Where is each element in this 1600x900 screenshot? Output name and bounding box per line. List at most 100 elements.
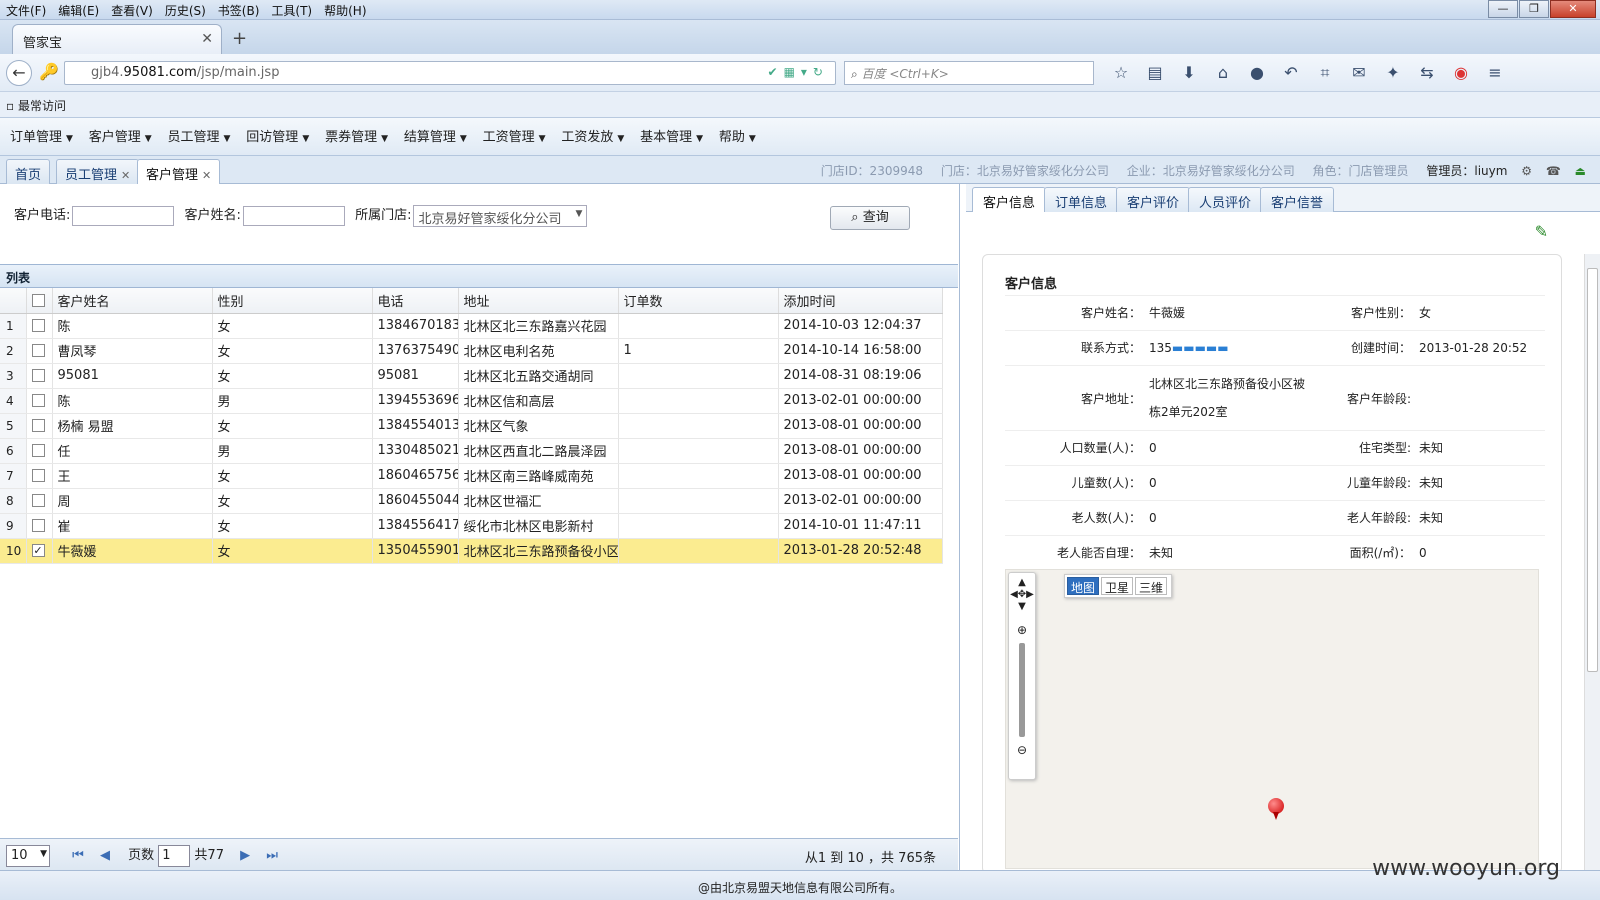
- row-checkbox[interactable]: [26, 338, 53, 364]
- download-icon[interactable]: ⬇: [1172, 63, 1206, 83]
- table-row[interactable]: 7王女18604657564北林区南三路峰威南苑 2013-08-01 00:00…: [0, 463, 943, 489]
- sync-icon[interactable]: ⇆: [1410, 63, 1444, 83]
- tab-order-info[interactable]: 订单信息: [1044, 187, 1119, 212]
- addon-icon[interactable]: ✦: [1376, 63, 1410, 83]
- table-row[interactable]: 8周女18604550440北林区世福汇 2013-02-01 00:00:00: [0, 488, 943, 514]
- phone-input[interactable]: [72, 205, 175, 226]
- close-window-icon[interactable]: ✕: [1550, 0, 1596, 18]
- menu-file[interactable]: 文件(F): [0, 0, 52, 21]
- close-icon[interactable]: ✕: [202, 169, 211, 182]
- checkbox[interactable]: [31, 319, 45, 332]
- crop-icon[interactable]: ⌗: [1308, 63, 1342, 83]
- menu-icon[interactable]: ≡: [1478, 63, 1512, 83]
- query-button[interactable]: ⌕ 查询: [830, 206, 910, 230]
- zoom-out-icon[interactable]: ⊖: [1009, 743, 1035, 757]
- app-menu-settlement[interactable]: 结算管理 ▼: [404, 126, 467, 145]
- last-page-icon[interactable]: ⏭: [266, 848, 278, 863]
- row-checkbox[interactable]: [26, 463, 53, 489]
- gear-icon[interactable]: ⚙: [1521, 164, 1532, 178]
- scrollbar[interactable]: [1584, 254, 1600, 870]
- table-row[interactable]: 3 95081 女 95081 北林区北五路交通胡同 2014-08-31 08:19:0…: [0, 363, 943, 389]
- phone-icon[interactable]: ☎: [1546, 164, 1561, 178]
- app-menu-payroll[interactable]: 工资发放 ▼: [561, 126, 624, 145]
- app-menu-customers[interactable]: 客户管理 ▼: [89, 126, 152, 145]
- col-added-time[interactable]: 添加时间: [778, 288, 943, 314]
- zoom-in-icon[interactable]: ⊕: [1009, 623, 1035, 637]
- map-type-satellite[interactable]: 卫星: [1101, 577, 1134, 595]
- app-menu-tickets[interactable]: 票券管理 ▼: [325, 126, 388, 145]
- star-icon[interactable]: ☆: [1104, 63, 1138, 83]
- table-row[interactable]: 1陈女13846701838北林区北三东路嘉兴花园 2014-10-03 12:0…: [0, 313, 943, 339]
- name-input[interactable]: [242, 205, 345, 226]
- app-menu-orders[interactable]: 订单管理 ▼: [10, 126, 73, 145]
- undo-icon[interactable]: ↶: [1274, 63, 1308, 83]
- row-checkbox[interactable]: [26, 363, 53, 389]
- tab-customer-info[interactable]: 客户信息: [972, 187, 1047, 212]
- app-menu-employees[interactable]: 员工管理 ▼: [168, 126, 231, 145]
- row-checkbox[interactable]: [26, 388, 53, 414]
- next-page-icon[interactable]: ▶: [240, 848, 250, 863]
- checkbox[interactable]: [31, 494, 45, 507]
- browser-tab[interactable]: 管家宝 ✕: [12, 24, 222, 54]
- checkbox[interactable]: [31, 369, 45, 382]
- table-row[interactable]: 2 曹凤琴女13763754908北林区电利名苑12014-10-14 16:58…: [0, 338, 943, 364]
- map-zoom-control[interactable]: ▲ ◀✥▶ ▼ ⊕ ⊖: [1008, 572, 1036, 780]
- menu-tools[interactable]: 工具(T): [265, 0, 318, 21]
- app-menu-help[interactable]: 帮助 ▼: [719, 126, 756, 145]
- row-checkbox[interactable]: [26, 438, 53, 464]
- exit-icon[interactable]: ⏏: [1575, 164, 1586, 178]
- key-icon[interactable]: 🔑: [36, 60, 62, 86]
- col-phone[interactable]: 电话: [372, 288, 459, 314]
- menu-help[interactable]: 帮助(H): [318, 0, 372, 21]
- pan-arrows-icon[interactable]: ▲ ◀✥▶ ▼: [1009, 577, 1035, 613]
- row-checkbox[interactable]: [26, 513, 53, 539]
- tab-customers[interactable]: 客户管理 ✕: [137, 159, 221, 184]
- tab-customer-review[interactable]: 客户评价: [1116, 187, 1191, 212]
- weibo-icon[interactable]: ◉: [1444, 63, 1478, 83]
- comment-icon[interactable]: ✉: [1342, 63, 1376, 83]
- store-select[interactable]: 北京易好管家绥化分公司 ▼: [413, 204, 588, 227]
- restore-icon[interactable]: ❐: [1519, 0, 1549, 18]
- page-size-select[interactable]: 10 ▼: [6, 844, 50, 867]
- tab-customer-credit[interactable]: 客户信誉: [1260, 187, 1335, 212]
- close-tab-icon[interactable]: ✕: [201, 31, 213, 47]
- map-type-map[interactable]: 地图: [1067, 577, 1100, 595]
- row-checkbox[interactable]: ✓: [26, 538, 53, 564]
- col-address[interactable]: 地址: [458, 288, 619, 314]
- tab-staff-review[interactable]: 人员评价: [1188, 187, 1263, 212]
- col-gender[interactable]: 性别: [212, 288, 373, 314]
- close-icon[interactable]: ✕: [121, 169, 130, 182]
- checkbox[interactable]: [31, 394, 45, 407]
- location-map[interactable]: ▲ ◀✥▶ ▼ ⊕ ⊖ 地图 卫星 三维: [1005, 569, 1539, 869]
- table-row[interactable]: 6任男13304850217北林区西直北二路晨泽园 2013-08-01 00:0…: [0, 438, 943, 464]
- url-bar[interactable]: gjb4.95081.com/jsp/main.jsp ✔▦▾↻: [64, 61, 836, 85]
- checkbox[interactable]: [31, 419, 45, 432]
- scrollbar-thumb[interactable]: [1587, 268, 1598, 672]
- prev-page-icon[interactable]: ◀: [100, 848, 110, 863]
- menu-view[interactable]: 查看(V): [105, 0, 159, 21]
- edit-icon[interactable]: ✎: [1535, 222, 1548, 241]
- select-all-checkbox[interactable]: [26, 288, 53, 314]
- search-input[interactable]: ⌕ 百度 <Ctrl+K>: [844, 61, 1094, 85]
- table-row[interactable]: 10 ✓ 牛薇媛女13504559015北林区北三东路预备役小区被 2013-01-2…: [0, 538, 943, 564]
- checkbox[interactable]: [31, 444, 45, 457]
- checkbox[interactable]: [31, 519, 45, 532]
- first-page-icon[interactable]: ⏮: [72, 848, 84, 863]
- map-pin-icon[interactable]: [1268, 798, 1284, 820]
- app-menu-visits[interactable]: 回访管理 ▼: [246, 126, 309, 145]
- reader-icon[interactable]: ▤: [1138, 63, 1172, 83]
- table-row[interactable]: 5 杨楠 易盟女13845540130北林区气象 2013-08-01 00:00:…: [0, 413, 943, 439]
- checkbox[interactable]: ✓: [31, 544, 45, 557]
- chat-icon[interactable]: ●: [1240, 63, 1274, 83]
- col-name[interactable]: 客户姓名: [52, 288, 213, 314]
- app-menu-salary[interactable]: 工资管理 ▼: [483, 126, 546, 145]
- table-row[interactable]: 4陈男13945536969北林区信和高层 2013-02-01 00:00:00: [0, 388, 943, 414]
- url-actions-icon[interactable]: ✔▦▾↻: [768, 65, 829, 79]
- map-type-3d[interactable]: 三维: [1135, 577, 1168, 595]
- minimize-icon[interactable]: —: [1488, 0, 1518, 18]
- row-checkbox[interactable]: [26, 413, 53, 439]
- bookmark-most-visited[interactable]: 最常访问: [18, 99, 66, 113]
- menu-history[interactable]: 历史(S): [159, 0, 212, 21]
- row-checkbox[interactable]: [26, 488, 53, 514]
- table-row[interactable]: 9崔女13845564177绥化市北林区电影新村 2014-10-01 11:47…: [0, 513, 943, 539]
